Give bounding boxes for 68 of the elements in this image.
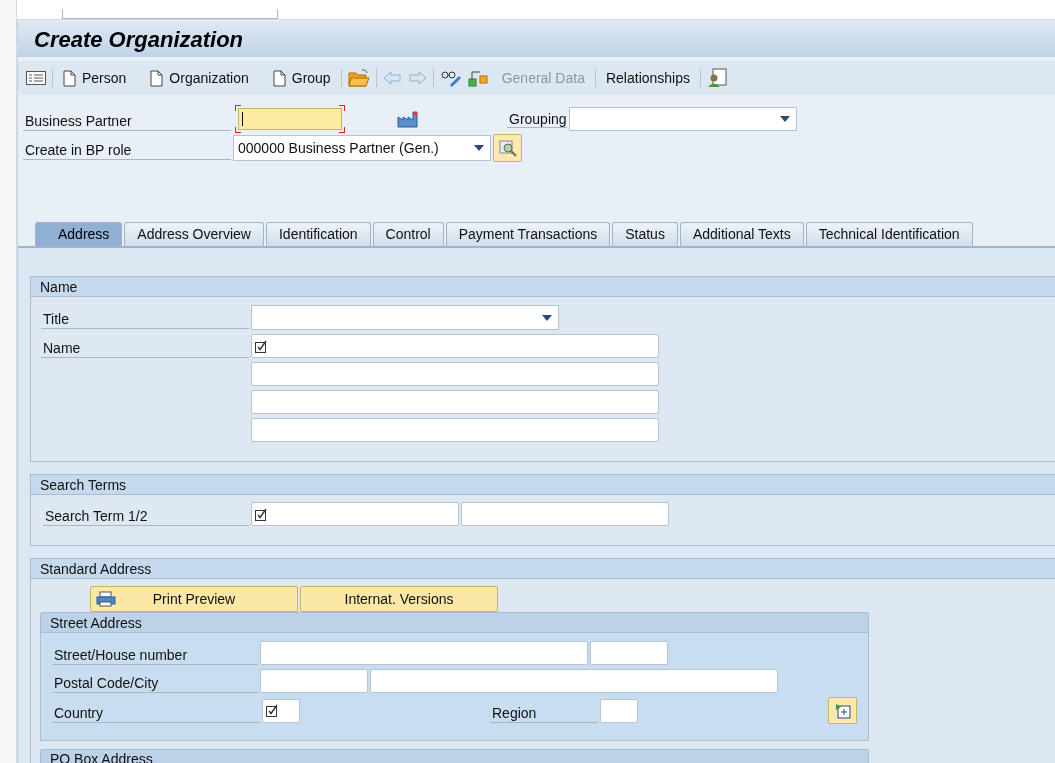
city-field[interactable]	[370, 669, 778, 693]
field-label: Name	[41, 334, 249, 358]
field-label: Search Term 1/2	[43, 502, 249, 526]
field-label: Create in BP role	[23, 136, 231, 160]
country-field[interactable]	[262, 698, 300, 723]
dropdown-arrow-icon	[542, 314, 552, 321]
tab[interactable]: Payment Transactions	[445, 222, 611, 246]
hierarchy-icon[interactable]	[467, 68, 488, 88]
required-check-icon	[266, 704, 279, 717]
region-field[interactable]	[600, 698, 638, 723]
toolbar-button[interactable]: Relationships	[601, 66, 694, 90]
required-check-icon	[255, 339, 268, 353]
tab[interactable]: Identification	[265, 222, 371, 246]
tab[interactable]: Address	[35, 222, 123, 246]
tab[interactable]: Control	[372, 222, 444, 246]
business-partner-field[interactable]	[238, 108, 342, 130]
toolbar-button[interactable]: Person	[59, 66, 131, 90]
tab[interactable]: Address Overview	[124, 222, 264, 246]
field-label: Grouping	[507, 111, 567, 128]
add-details-icon	[834, 702, 851, 719]
printer-icon	[96, 591, 116, 607]
search-icon	[498, 139, 517, 157]
name-field[interactable]	[251, 362, 659, 386]
factory-icon	[397, 110, 419, 128]
section-header: Search Terms	[31, 475, 1055, 495]
glasses-pencil-icon[interactable]	[439, 69, 462, 87]
expand-button[interactable]	[828, 697, 857, 724]
document-icon	[63, 69, 76, 87]
window-title: Create Organization	[34, 25, 244, 54]
document-icon	[150, 69, 164, 87]
bp-role-dropdown[interactable]: 000000 Business Partner (Gen.)	[233, 135, 491, 161]
field-label: Title	[41, 305, 249, 329]
toolbar-button[interactable]: Organization	[146, 66, 253, 90]
required-check-icon	[255, 507, 268, 521]
input-field[interactable]	[62, 9, 278, 19]
postal-code-field[interactable]	[260, 669, 368, 693]
internat-versions-button[interactable]: Internat. Versions	[300, 586, 498, 612]
forward-arrow-icon[interactable]	[408, 71, 427, 85]
dropdown-arrow-icon	[779, 116, 790, 122]
back-arrow-icon[interactable]	[382, 71, 401, 85]
person-card-icon[interactable]	[707, 68, 727, 88]
field-label: Country	[52, 698, 260, 723]
section-header: Name	[31, 277, 1055, 297]
field-label: Postal Code/City	[52, 669, 258, 693]
tab[interactable]: Status	[612, 222, 678, 246]
search-help-button[interactable]	[493, 134, 522, 162]
search-term-field[interactable]	[461, 502, 669, 526]
field-label: Street/House number	[52, 641, 258, 665]
house-number-field[interactable]	[590, 641, 668, 665]
section-header: Street Address	[41, 613, 868, 633]
open-folder-icon[interactable]	[347, 69, 370, 87]
field-label: Business Partner	[23, 107, 231, 131]
grouping-dropdown[interactable]	[568, 107, 797, 131]
section-header: Standard Address	[31, 559, 1055, 579]
name-field[interactable]	[251, 334, 659, 358]
name-field[interactable]	[251, 418, 659, 442]
print-preview-button[interactable]: Print Preview	[90, 586, 298, 612]
search-term-field[interactable]	[251, 502, 459, 526]
name-field[interactable]	[251, 390, 659, 414]
tab[interactable]: Technical Identification	[805, 222, 973, 246]
dropdown-arrow-icon	[474, 145, 484, 151]
tab[interactable]: Additional Texts	[679, 222, 804, 246]
toolbar-button[interactable]: Group	[268, 66, 335, 90]
title-dropdown[interactable]	[251, 305, 559, 330]
field-label: Region	[490, 698, 598, 723]
street-field[interactable]	[260, 641, 588, 665]
list-view-icon[interactable]	[26, 71, 46, 85]
document-icon	[272, 69, 286, 87]
